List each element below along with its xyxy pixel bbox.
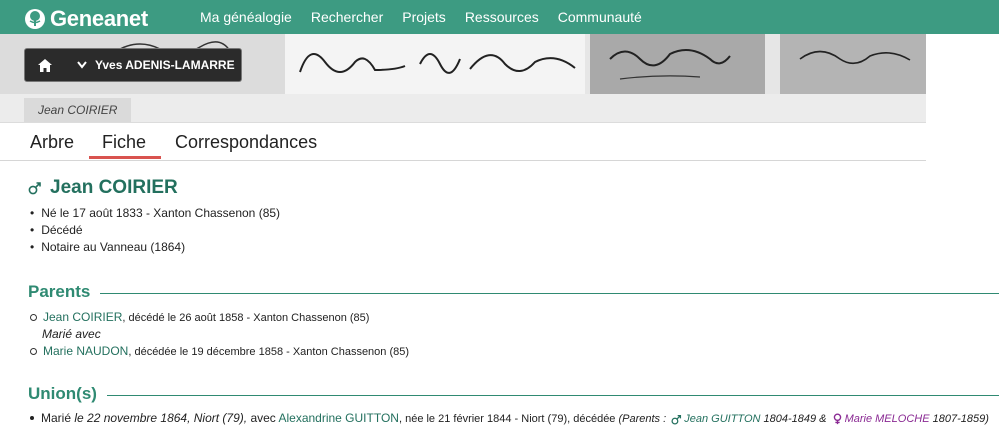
union-prefix: Marié	[41, 411, 75, 425]
tab-fiche[interactable]: Fiche	[102, 132, 146, 153]
person-header: Jean COIRIER	[28, 177, 178, 199]
unions-list: Marié le 22 novembre 1864, Niort (79), a…	[30, 410, 989, 427]
home-button[interactable]	[24, 48, 66, 82]
section-divider	[100, 293, 999, 294]
fact-occupation: Notaire au Vanneau (1864)	[28, 239, 280, 256]
nav-rechercher[interactable]: Rechercher	[311, 9, 383, 25]
mother-link[interactable]: Marie NAUDON	[43, 344, 128, 358]
section-divider	[106, 395, 999, 396]
mother-row: Marie NAUDON, décédée le 19 décembre 185…	[30, 343, 409, 360]
spouse-detail: , née le 21 février 1844 - Niort (79), d…	[398, 413, 619, 425]
spouse-mother-link[interactable]: Marie MELOCHE	[845, 413, 930, 425]
fact-death: Décédé	[28, 222, 280, 239]
nav-ressources[interactable]: Ressources	[465, 9, 539, 25]
bullet-icon	[30, 416, 34, 421]
married-with-label: Marié avec	[42, 327, 101, 341]
nav-projets[interactable]: Projets	[402, 9, 446, 25]
spouse-father-years: 1804-1849 &	[760, 413, 830, 425]
parents-list: Jean COIRIER, décédé le 26 août 1858 - X…	[30, 309, 409, 360]
circle-bullet-icon	[30, 347, 37, 355]
fact-birth: Né le 17 août 1833 - Xanton Chassenon (8…	[28, 205, 280, 222]
female-symbol-icon	[833, 413, 841, 425]
parents-title: Parents	[28, 282, 91, 301]
breadcrumb-current[interactable]: Jean COIRIER	[24, 98, 132, 122]
male-symbol-icon	[28, 182, 41, 195]
nav-ma-genealogie[interactable]: Ma généalogie	[200, 9, 292, 25]
tab-correspondances[interactable]: Correspondances	[175, 132, 317, 153]
male-symbol-icon	[671, 414, 682, 425]
person-name: Jean COIRIER	[50, 177, 178, 198]
home-icon	[38, 58, 52, 72]
union-date-place: le 22 novembre 1864, Niort (79),	[74, 411, 248, 425]
nav-communaute[interactable]: Communauté	[558, 9, 642, 25]
geneanet-logo[interactable]: Geneanet	[24, 6, 148, 32]
parents-section-header: Parents	[28, 282, 999, 302]
spouse-mother-years: 1807-1859)	[929, 413, 989, 425]
active-tab-indicator	[89, 156, 161, 159]
chevron-down-icon	[77, 61, 87, 69]
father-detail: , décédé le 26 août 1858 - Xanton Chasse…	[122, 312, 370, 324]
union-row: Marié le 22 novembre 1864, Niort (79), a…	[30, 410, 989, 427]
user-menu-button[interactable]: Yves ADENIS-LAMARRE	[65, 48, 242, 82]
main-nav: Ma généalogie Rechercher Projets Ressour…	[200, 0, 661, 34]
spouse-link[interactable]: Alexandrine GUITTON	[278, 411, 399, 425]
married-with-row: Marié avec	[30, 326, 409, 343]
breadcrumb-bar: Jean COIRIER	[0, 94, 926, 123]
brand-name: Geneanet	[50, 6, 148, 31]
spouse-father-link[interactable]: Jean GUITTON	[684, 413, 760, 425]
spouse-parents-label: (Parents :	[618, 413, 670, 425]
father-row: Jean COIRIER, décédé le 26 août 1858 - X…	[30, 309, 409, 326]
unions-title: Union(s)	[28, 384, 97, 403]
tab-arbre[interactable]: Arbre	[30, 132, 74, 153]
mother-detail: , décédée le 19 décembre 1858 - Xanton C…	[128, 346, 410, 358]
top-bar: Geneanet Ma généalogie Rechercher Projet…	[0, 0, 999, 34]
circle-bullet-icon	[30, 313, 37, 321]
unions-section-header: Union(s)	[28, 384, 999, 404]
tree-logo-icon	[25, 9, 45, 29]
father-link[interactable]: Jean COIRIER	[43, 310, 122, 324]
person-facts: Né le 17 août 1833 - Xanton Chassenon (8…	[28, 205, 280, 256]
user-name: Yves ADENIS-LAMARRE	[95, 58, 235, 72]
union-avec: avec	[247, 411, 279, 425]
